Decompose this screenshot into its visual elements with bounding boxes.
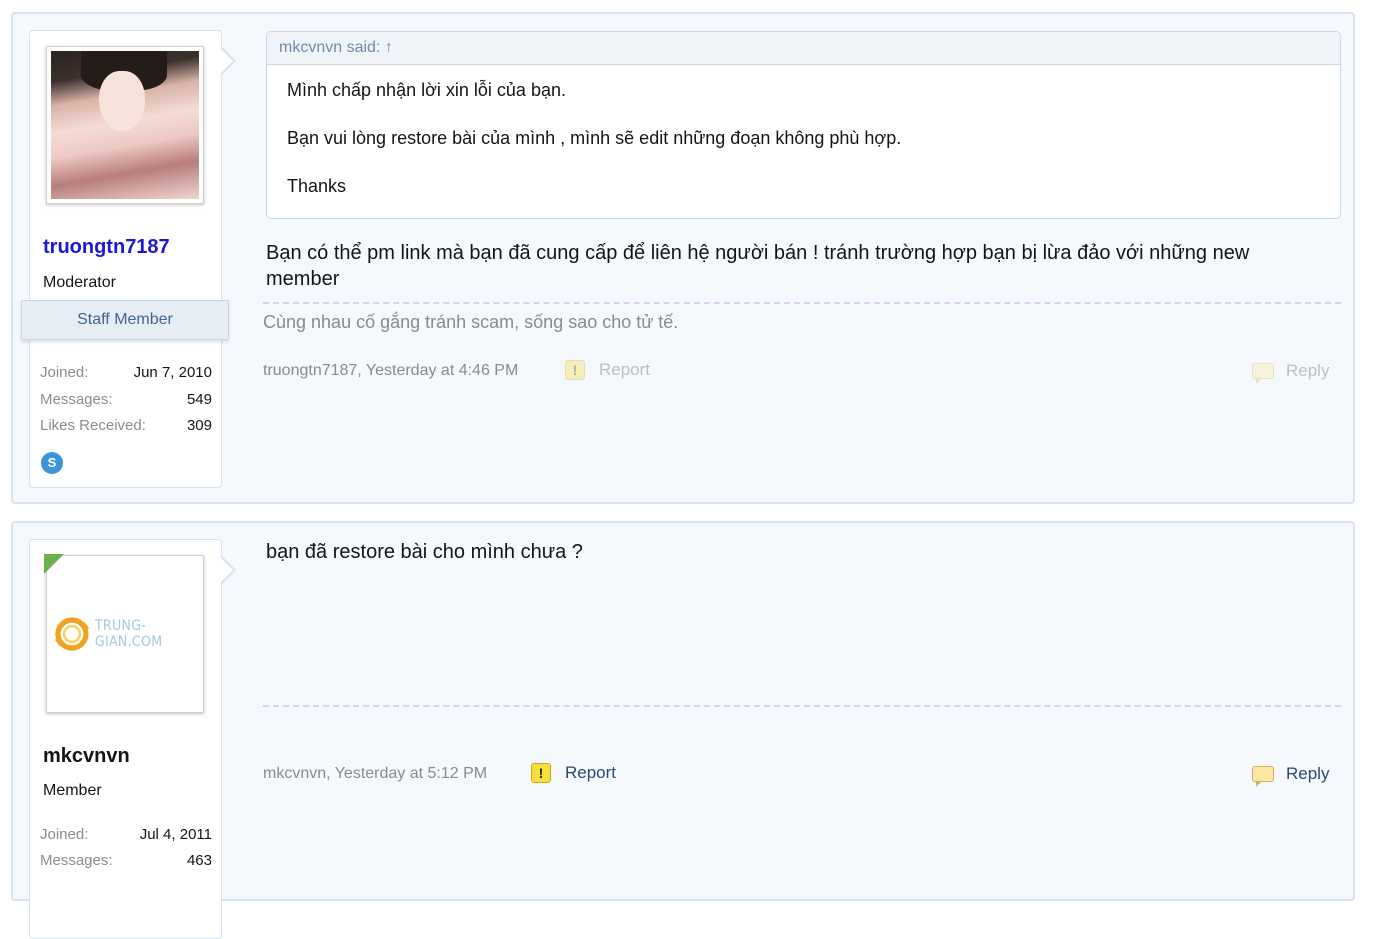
stat-value[interactable]: 549 (187, 391, 212, 408)
username-link[interactable]: truongtn7187 (43, 236, 170, 259)
report-label: Report (599, 360, 651, 379)
skype-icon[interactable]: S (41, 452, 63, 474)
signature-separator (263, 302, 1341, 304)
post-mkcvnvn: TRUNG-GIAN.COM mkcvnvn Member Joined: Ju… (11, 521, 1355, 939)
user-block-arrow (221, 47, 236, 75)
message-text: Bạn có thể pm link mà bạn đã cung cấp để… (266, 242, 1250, 290)
avatar-logo-text: TRUNG-GIAN.COM (94, 618, 163, 650)
message-text: bạn đã restore bài cho mình chưa ? (266, 541, 583, 563)
staff-member-badge: Staff Member (21, 300, 229, 340)
stat-joined: Joined: Jul 4, 2011 (40, 826, 212, 843)
user-block-arrow (221, 556, 236, 584)
username-link[interactable]: mkcvnvn (43, 745, 130, 768)
post-separator (263, 705, 1341, 707)
stat-joined: Joined: Jun 7, 2010 (40, 364, 212, 381)
signature-text: Cùng nhau cố gắng tránh scam, sống sao c… (263, 312, 679, 332)
warning-icon: ! (531, 763, 551, 783)
warning-icon: ! (565, 360, 585, 380)
avatar[interactable]: TRUNG-GIAN.COM (46, 555, 204, 713)
quote-attribution[interactable]: mkcvnvn said: ↑ (267, 32, 1340, 65)
post-truongtn7187: truongtn7187 Moderator Staff Member Join… (11, 12, 1355, 504)
stat-value[interactable]: 463 (187, 852, 212, 869)
report-button[interactable]: ! Report (565, 360, 650, 380)
reply-label: Reply (1286, 764, 1330, 783)
speech-bubble-icon (1252, 766, 1274, 787)
avatar-photo (51, 51, 199, 199)
report-button[interactable]: ! Report (531, 763, 616, 783)
stat-value: Jul 4, 2011 (139, 826, 212, 843)
globe-logo-icon (54, 617, 90, 651)
stat-value: Jun 7, 2010 (133, 364, 212, 381)
quote-line: Thanks (287, 176, 347, 196)
stat-value: 309 (186, 417, 212, 434)
quote-line: Mình chấp nhận lời xin lỗi của bạn. (287, 80, 566, 100)
speech-bubble-icon (1252, 363, 1274, 384)
report-label: Report (565, 763, 617, 782)
quote-line: Bạn vui lòng restore bài của mình , mình… (287, 128, 902, 148)
stat-label[interactable]: Messages: (40, 391, 113, 408)
reply-label: Reply (1286, 361, 1330, 380)
stat-label[interactable]: Messages: (40, 852, 113, 869)
stat-label: Joined: (40, 364, 89, 381)
online-status-corner (44, 554, 64, 574)
avatar[interactable] (46, 46, 204, 204)
user-title: Moderator (43, 274, 116, 291)
post-meta-author-date[interactable]: mkcvnvn, Yesterday at 5:12 PM (263, 765, 487, 783)
reply-button[interactable]: Reply (1252, 764, 1330, 787)
stat-label: Likes Received: (40, 417, 146, 434)
stat-label: Joined: (40, 826, 89, 843)
user-title: Member (43, 782, 102, 799)
avatar-face-shape (99, 71, 145, 131)
stat-likes-received: Likes Received: 309 (40, 417, 212, 434)
message-user-info: truongtn7187 Moderator Staff Member Join… (21, 30, 229, 488)
quote-block: mkcvnvn said: ↑ Mình chấp nhận lời xin l… (266, 31, 1341, 219)
page-scrollbar[interactable] (1359, 0, 1373, 873)
post-meta-author-date[interactable]: truongtn7187, Yesterday at 4:46 PM (263, 362, 518, 380)
stat-messages: Messages: 463 (40, 852, 212, 869)
reply-button[interactable]: Reply (1252, 361, 1330, 384)
message-user-info: TRUNG-GIAN.COM mkcvnvn Member Joined: Ju… (29, 539, 222, 939)
stat-messages: Messages: 549 (40, 391, 212, 408)
avatar-logo: TRUNG-GIAN.COM (51, 560, 199, 708)
